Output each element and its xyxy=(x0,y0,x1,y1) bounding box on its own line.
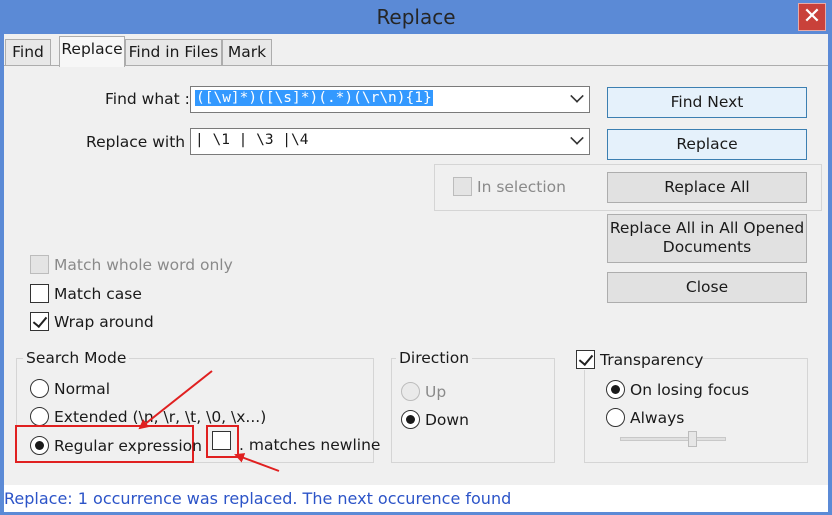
tab-mark[interactable]: Mark xyxy=(222,39,272,66)
window-title: Replace xyxy=(376,5,456,29)
annotation-arrow-newline xyxy=(234,453,280,472)
close-window-button[interactable]: ✕ xyxy=(798,3,826,31)
tab-replace[interactable]: Replace xyxy=(59,36,125,67)
annotation-arrow-regex xyxy=(138,370,213,430)
dialog-client-area: Find Replace Find in Files Mark Find wha… xyxy=(4,34,828,512)
annotation-arrows xyxy=(138,370,280,472)
status-message: Replace: 1 occurrence was replaced. The … xyxy=(4,485,828,512)
tab-find-in-files[interactable]: Find in Files xyxy=(125,39,222,66)
replace-panel: Find what : ([\w]*)([\s]*)(.*)(\r\n){1} … xyxy=(4,65,828,484)
close-icon: ✕ xyxy=(802,4,822,29)
tab-find[interactable]: Find xyxy=(5,39,51,66)
